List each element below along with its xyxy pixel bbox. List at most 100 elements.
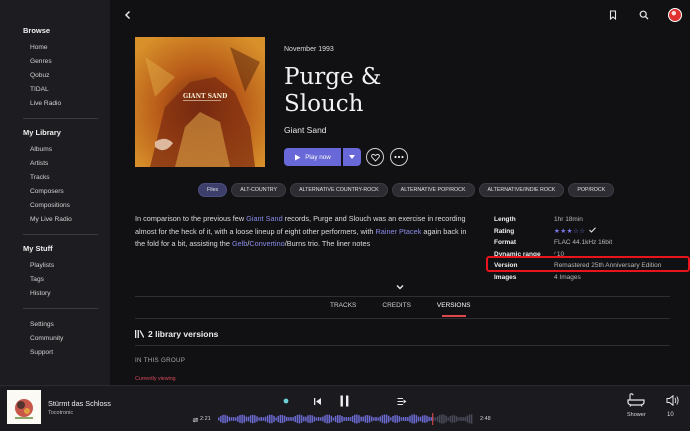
waveform-bar xyxy=(262,417,265,421)
sidebar-item-composers[interactable]: Composers xyxy=(30,185,110,199)
sidebar-item-compositions[interactable]: Compositions xyxy=(30,199,110,213)
tag-alternative-indie-rock[interactable]: ALTERNATIVE/INDIE ROCK xyxy=(478,183,565,197)
waveform-bar xyxy=(453,415,456,423)
tag-alternative-pop-rock[interactable]: ALTERNATIVE POP/ROCK xyxy=(391,183,475,197)
bookmark-button[interactable] xyxy=(605,7,621,23)
meta-label: Format xyxy=(494,239,517,247)
meta-row-images: Images 4 Images xyxy=(494,272,670,284)
dot-icon xyxy=(283,398,289,404)
waveform-bar xyxy=(460,416,462,422)
radio-indicator-button[interactable] xyxy=(281,396,291,406)
meta-label: Length xyxy=(494,216,516,224)
now-playing-title[interactable]: Stürmt das Schloss xyxy=(48,399,111,408)
waveform-bar xyxy=(315,417,318,421)
sidebar-item-tags[interactable]: Tags xyxy=(30,273,110,287)
sidebar-item-settings[interactable]: Settings xyxy=(30,318,110,332)
sidebar-heading-my-stuff: My Stuff xyxy=(23,244,53,253)
sidebar-item-qobuz[interactable]: Qobuz xyxy=(30,69,110,83)
tag-files[interactable]: Files xyxy=(198,183,228,197)
tag-alt-country[interactable]: ALT-COUNTRY xyxy=(231,183,287,197)
waveform-bar xyxy=(245,416,248,422)
release-date: November 1993 xyxy=(284,46,334,53)
meta-row-format: Format FLAC 44.1kHz 16bit xyxy=(494,237,670,249)
check-icon xyxy=(589,227,597,234)
sidebar-section-stuff: My Stuff Playlists Tags History xyxy=(0,244,110,301)
waveform-bar xyxy=(220,415,222,423)
now-playing-artwork[interactable] xyxy=(7,390,41,424)
link-convertino[interactable]: Convertino xyxy=(249,239,284,248)
waveform-bar xyxy=(332,417,335,421)
waveform-bar xyxy=(443,414,445,424)
waveform-bar xyxy=(349,417,352,421)
sidebar-item-support[interactable]: Support xyxy=(30,346,110,360)
waveform-seekbar[interactable] xyxy=(218,413,473,425)
meta-images[interactable]: 4 Images xyxy=(554,274,670,281)
tab-versions[interactable]: VERSIONS xyxy=(437,302,471,317)
tab-credits[interactable]: CREDITS xyxy=(382,302,411,316)
pause-button[interactable] xyxy=(335,392,353,410)
sidebar-item-my-live-radio[interactable]: My Live Radio xyxy=(30,213,110,227)
search-button[interactable] xyxy=(636,7,652,23)
previous-button[interactable] xyxy=(310,394,324,408)
waveform-bar xyxy=(343,417,345,421)
sidebar-item-tracks[interactable]: Tracks xyxy=(30,171,110,185)
tag-pop-rock[interactable]: POP/ROCK xyxy=(568,183,615,197)
sidebar-item-genres[interactable]: Genres xyxy=(30,55,110,69)
waveform-bar xyxy=(419,416,422,422)
link-giant-sand[interactable]: Giant Sand xyxy=(246,214,283,223)
waveform-bar xyxy=(307,415,309,423)
chevron-left-icon xyxy=(124,10,131,20)
link-rainer-ptacek[interactable]: Rainer Ptacek xyxy=(376,227,422,236)
tag-alternative-country-rock[interactable]: ALTERNATIVE COUNTRY-ROCK xyxy=(290,183,388,197)
zone-name[interactable]: Shower xyxy=(627,412,646,418)
sidebar-item-tidal[interactable]: TIDAL xyxy=(30,83,110,97)
waveform-bar xyxy=(249,415,252,423)
rating-stars[interactable]: ★★★☆☆ xyxy=(554,228,586,235)
album-artist[interactable]: Giant Sand xyxy=(284,125,327,135)
waveform-bar xyxy=(324,415,326,423)
waveform-bar xyxy=(373,417,375,421)
pause-icon xyxy=(340,395,348,407)
more-horizontal-icon xyxy=(394,155,404,159)
tab-tracks[interactable]: TRACKS xyxy=(330,302,356,316)
waveform-bar xyxy=(377,417,379,421)
waveform-bar xyxy=(292,417,294,421)
sidebar-item-albums[interactable]: Albums xyxy=(30,143,110,157)
waveform-bar xyxy=(230,417,233,421)
sidebar-section-browse: Browse Home Genres Qobuz TIDAL Live Radi… xyxy=(0,26,110,111)
waveform-bar xyxy=(341,415,343,423)
favorite-button[interactable] xyxy=(366,148,384,166)
waveform-bar xyxy=(322,416,324,422)
queue-button[interactable] xyxy=(395,394,409,408)
play-now-button[interactable]: Play now xyxy=(284,148,341,166)
sidebar-heading-my-library: My Library xyxy=(23,128,61,137)
more-options-button[interactable] xyxy=(390,148,408,166)
waveform-bar xyxy=(241,414,243,424)
bookmark-icon xyxy=(609,10,617,20)
sidebar-item-playlists[interactable]: Playlists xyxy=(30,259,110,273)
waveform-bar xyxy=(449,416,452,422)
meta-rating[interactable]: ★★★☆☆ xyxy=(554,227,670,235)
sidebar-item-community[interactable]: Community xyxy=(30,332,110,346)
user-avatar[interactable] xyxy=(668,8,682,22)
sidebar-item-home[interactable]: Home xyxy=(30,41,110,55)
link-gelb[interactable]: Gelb xyxy=(232,239,247,248)
waveform-bar xyxy=(462,417,464,421)
repeat-icon[interactable] xyxy=(192,417,199,423)
zone-button[interactable] xyxy=(626,392,646,408)
volume-button[interactable] xyxy=(664,393,680,407)
now-playing-artist[interactable]: Tocotronic xyxy=(48,410,73,416)
sidebar-item-artists[interactable]: Artists xyxy=(30,157,110,171)
play-options-button[interactable] xyxy=(343,148,361,166)
search-icon xyxy=(639,10,649,20)
back-button[interactable] xyxy=(120,7,136,23)
sidebar-item-history[interactable]: History xyxy=(30,287,110,301)
waveform-bar xyxy=(426,415,428,423)
waveform-bar xyxy=(466,415,469,423)
genre-tags: Files ALT-COUNTRY ALTERNATIVE COUNTRY-RO… xyxy=(198,183,615,197)
waveform-bar xyxy=(441,414,443,424)
sidebar-item-live-radio[interactable]: Live Radio xyxy=(30,97,110,111)
waveform-bar xyxy=(237,416,239,422)
expand-description-chevron-icon[interactable] xyxy=(395,283,405,291)
waveform-bar xyxy=(235,417,237,421)
